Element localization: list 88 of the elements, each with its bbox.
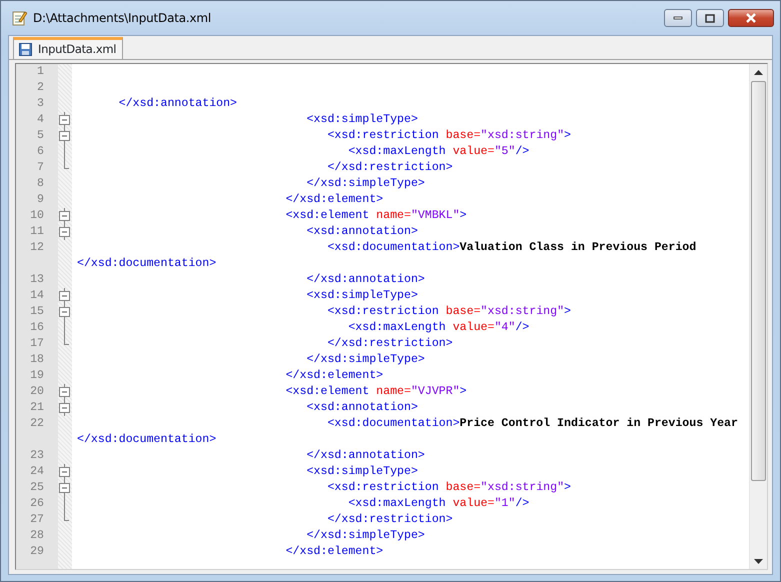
code-line: <xsd:annotation> [306, 400, 418, 416]
code-line: </xsd:documentation> [76, 256, 216, 272]
code-line: <xsd:maxLength value="1"/> [347, 496, 530, 512]
window-title: D:\Attachments\InputData.xml [33, 10, 212, 27]
notepad-icon [11, 10, 27, 26]
scroll-up-icon[interactable] [754, 70, 763, 74]
maximize-icon [705, 14, 715, 22]
fold-toggle-icon[interactable] [59, 480, 70, 496]
line-number: 15 [30, 305, 44, 318]
fold-end-icon [64, 160, 69, 169]
fold-line-icon [64, 320, 65, 336]
code-line: </xsd:simpleType> [306, 352, 425, 368]
line-number: 11 [30, 225, 44, 238]
code-line: </xsd:simpleType> [306, 528, 425, 544]
line-number: 21 [30, 401, 44, 414]
line-number: 4 [37, 113, 44, 126]
fold-end-icon [64, 336, 69, 345]
fold-line-icon [64, 496, 65, 512]
code-line: </xsd:annotation> [118, 96, 238, 112]
scroll-thumb[interactable] [751, 81, 766, 481]
minimize-button[interactable] [664, 9, 692, 27]
code-line: <xsd:documentation>Valuation Class in Previous Period [326, 240, 696, 256]
line-number: 17 [30, 337, 44, 350]
code-line: </xsd:restriction> [326, 512, 453, 528]
code-line: <xsd:element name="VJVPR"> [284, 384, 467, 400]
maximize-button[interactable] [696, 9, 724, 27]
fold-toggle-icon[interactable] [59, 304, 70, 320]
line-number: 9 [37, 193, 44, 206]
close-icon [745, 13, 757, 23]
code-line: <xsd:maxLength value="4"/> [347, 320, 530, 336]
code-line: <xsd:simpleType> [306, 112, 418, 128]
code-line: </xsd:annotation> [306, 448, 425, 464]
line-number: 8 [37, 177, 44, 190]
minimize-icon [673, 16, 683, 20]
line-number: 19 [30, 369, 44, 382]
fold-toggle-icon[interactable] [59, 208, 70, 224]
line-number: 28 [30, 529, 44, 542]
line-number: 5 [37, 129, 44, 142]
scroll-down-icon[interactable] [754, 558, 763, 564]
line-number: 23 [30, 449, 44, 462]
fold-line-icon [64, 144, 65, 160]
line-number: 14 [30, 289, 44, 302]
fold-toggle-icon[interactable] [59, 400, 70, 416]
code-line: </xsd:restriction> [326, 336, 453, 352]
code-line: </xsd:element> [284, 192, 384, 208]
line-number: 12 [30, 241, 44, 254]
file-tab[interactable]: InputData.xml [13, 37, 124, 59]
fold-toggle-icon[interactable] [59, 224, 70, 240]
line-number: 6 [37, 145, 44, 158]
line-number: 2 [37, 81, 44, 94]
code-line: <xsd:documentation>Price Control Indicator in Previous Year [326, 416, 738, 432]
line-number: 10 [30, 209, 44, 222]
code-line: <xsd:restriction base="xsd:string"> [326, 304, 572, 320]
code-line: </xsd:documentation> [76, 432, 216, 448]
code-line: <xsd:simpleType> [306, 464, 418, 480]
code-line: </xsd:element> [284, 544, 384, 560]
fold-toggle-icon[interactable] [59, 288, 70, 304]
fold-toggle-icon[interactable] [59, 112, 70, 128]
fold-end-icon [64, 512, 69, 521]
code-line: </xsd:annotation> [306, 272, 425, 288]
line-number: 26 [30, 497, 44, 510]
line-number: 18 [30, 353, 44, 366]
code-line: <xsd:restriction base="xsd:string"> [326, 128, 572, 144]
vertical-scrollbar[interactable] [749, 64, 767, 569]
line-number: 7 [37, 161, 44, 174]
line-number: 16 [30, 321, 44, 334]
code-line: </xsd:element> [284, 368, 384, 384]
code-line: <xsd:annotation> [306, 224, 418, 240]
fold-toggle-icon[interactable] [59, 464, 70, 480]
code-line: <xsd:simpleType> [306, 288, 418, 304]
code-line: </xsd:restriction> [326, 160, 453, 176]
close-button[interactable] [728, 9, 774, 27]
line-number: 27 [30, 513, 44, 526]
line-number: 1 [37, 65, 44, 78]
line-number: 24 [30, 465, 44, 478]
line-number: 25 [30, 481, 44, 494]
code-line: <xsd:restriction base="xsd:string"> [326, 480, 572, 496]
code-line: </xsd:simpleType> [306, 176, 425, 192]
line-number: 29 [30, 545, 44, 558]
line-number: 20 [30, 385, 44, 398]
line-number: 3 [37, 97, 44, 110]
code-line: <xsd:element name="VMBKL"> [284, 208, 467, 224]
save-icon [19, 43, 32, 56]
code-line: <xsd:maxLength value="5"/> [347, 144, 530, 160]
fold-toggle-icon[interactable] [59, 384, 70, 400]
fold-toggle-icon[interactable] [59, 128, 70, 144]
line-number: 13 [30, 273, 44, 286]
line-number: 22 [30, 417, 44, 430]
